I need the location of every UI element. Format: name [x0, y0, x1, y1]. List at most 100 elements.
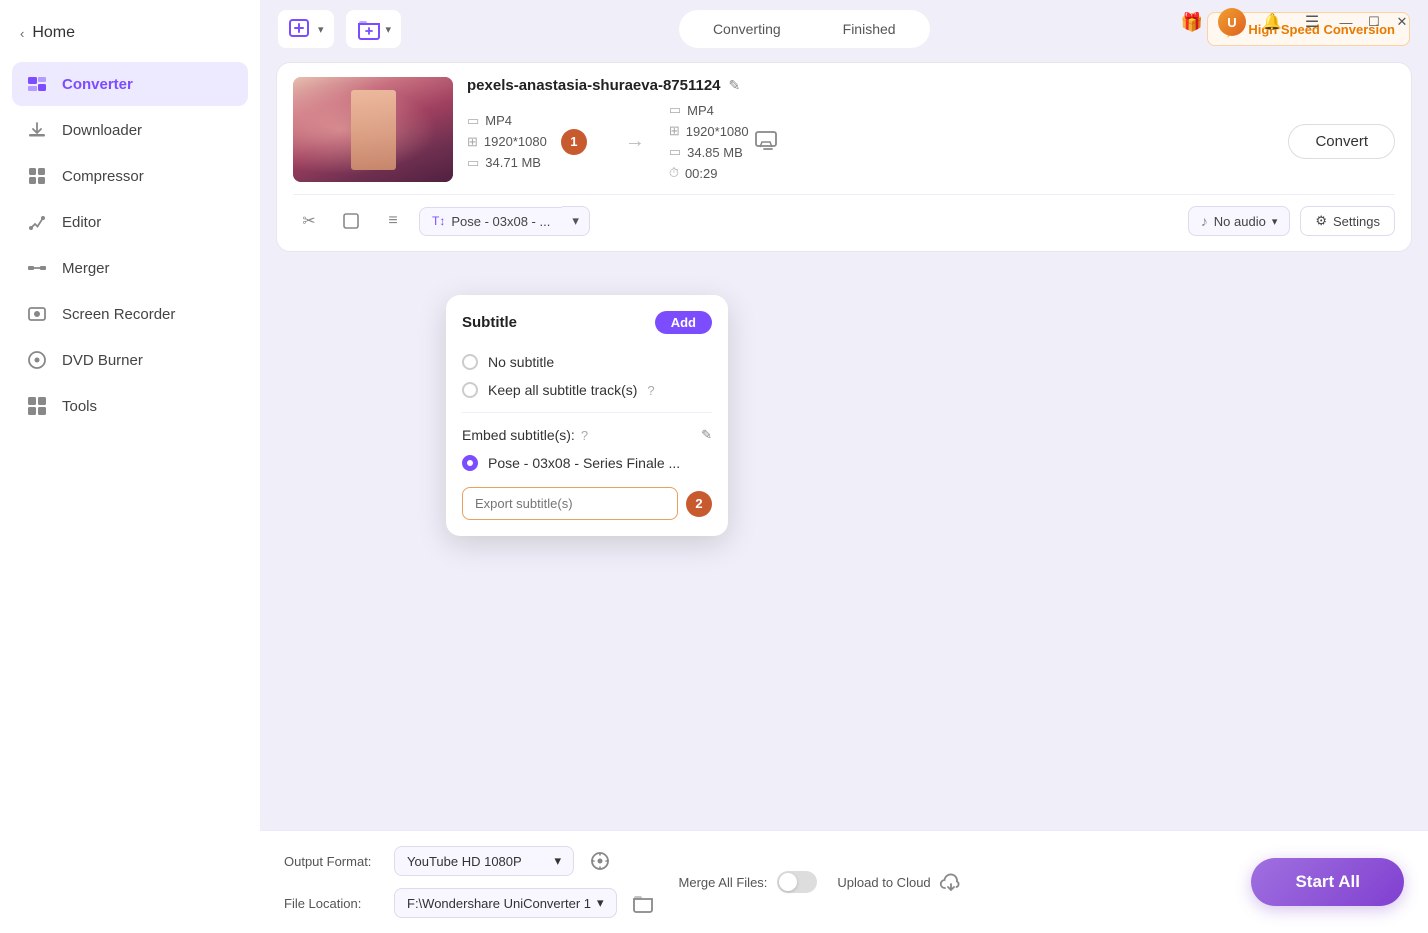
- converter-icon: [26, 73, 48, 95]
- main-content: ▾ ▾ Converting Finished ⚡ High Speed Con…: [260, 0, 1428, 933]
- tools-icon: [26, 395, 48, 417]
- format-chevron-icon: ▾: [554, 853, 561, 869]
- browse-folder-button[interactable]: [627, 887, 659, 919]
- embed-edit-icon[interactable]: ✎: [701, 427, 712, 443]
- target-format-icon: ▭: [669, 102, 681, 118]
- target-size: ▭ 34.85 MB: [669, 144, 749, 160]
- keep-all-help-icon[interactable]: ?: [647, 383, 654, 398]
- target-resolution-icon: ⊞: [669, 123, 680, 139]
- tab-finished[interactable]: Finished: [813, 14, 926, 44]
- content-area: pexels-anastasia-shuraeva-8751124 ✎ ▭ MP…: [260, 54, 1428, 830]
- arrow-section: →: [601, 130, 669, 153]
- format-settings-button[interactable]: [749, 123, 787, 161]
- bottom-left-controls: Output Format: YouTube HD 1080P ▾ File L…: [284, 845, 659, 919]
- convert-button[interactable]: Convert: [1288, 124, 1395, 159]
- add-file-button[interactable]: ▾: [278, 10, 334, 48]
- audio-selector[interactable]: ♪ No audio ▾: [1188, 206, 1291, 236]
- cut-tool-button[interactable]: ✂: [293, 205, 325, 237]
- sidebar-dvd-burner-label: DVD Burner: [62, 352, 143, 369]
- embed-subtitle-item[interactable]: Pose - 03x08 - Series Finale ...: [462, 449, 712, 477]
- bottom-bar: Output Format: YouTube HD 1080P ▾ File L…: [260, 830, 1428, 933]
- sidebar-item-converter[interactable]: Converter: [12, 62, 248, 106]
- output-format-label: Output Format:: [284, 854, 384, 869]
- no-subtitle-radio: [462, 354, 478, 370]
- filename-edit-icon[interactable]: ✎: [729, 77, 741, 94]
- gift-icon[interactable]: 🎁: [1178, 8, 1206, 36]
- target-format-value: MP4: [687, 103, 714, 118]
- home-nav[interactable]: ‹ Home: [0, 10, 260, 56]
- duration-icon: ⏱: [669, 165, 679, 181]
- file-location-select[interactable]: F:\Wondershare UniConverter 1 ▾: [394, 888, 617, 918]
- output-settings-button[interactable]: [584, 845, 616, 877]
- no-subtitle-option[interactable]: No subtitle: [462, 348, 712, 376]
- compressor-icon: [26, 165, 48, 187]
- audio-wave-icon: ♪: [1201, 213, 1208, 229]
- output-format-row: Output Format: YouTube HD 1080P ▾: [284, 845, 659, 877]
- step-1-badge: 1: [561, 129, 587, 155]
- keep-all-subtitle-option[interactable]: Keep all subtitle track(s) ?: [462, 376, 712, 404]
- screen-recorder-icon: [26, 303, 48, 325]
- file-location-value: F:\Wondershare UniConverter 1: [407, 896, 591, 911]
- subtitle-text-icon: T↕: [432, 214, 445, 228]
- topbar-left: ▾ ▾: [278, 10, 401, 48]
- upload-cloud-button[interactable]: Upload to Cloud: [837, 872, 962, 892]
- audio-chevron-icon: ▾: [1272, 215, 1278, 228]
- editor-icon: [26, 211, 48, 233]
- add-subtitle-button[interactable]: Add: [655, 311, 712, 334]
- menu-icon[interactable]: ☰: [1298, 8, 1326, 36]
- maximize-button[interactable]: ☐: [1366, 14, 1382, 30]
- sidebar-item-merger[interactable]: Merger: [12, 246, 248, 290]
- dropdown-title: Subtitle: [462, 314, 517, 331]
- merge-row: Merge All Files:: [679, 871, 818, 893]
- sidebar-merger-label: Merger: [62, 260, 110, 277]
- settings-icon: ⚙: [1315, 213, 1327, 229]
- start-all-button[interactable]: Start All: [1251, 858, 1404, 906]
- file-card-bottom: ✂ ≡ T↕ Pose - 03x08 - ... ▾ ♪ No a: [293, 194, 1395, 237]
- merge-label: Merge All Files:: [679, 875, 768, 890]
- keep-all-label: Keep all subtitle track(s): [488, 382, 637, 398]
- sidebar-editor-label: Editor: [62, 214, 101, 231]
- sidebar-item-screen-recorder[interactable]: Screen Recorder: [12, 292, 248, 336]
- file-location-row: File Location: F:\Wondershare UniConvert…: [284, 887, 659, 919]
- merge-toggle[interactable]: [777, 871, 817, 893]
- close-button[interactable]: ✕: [1394, 14, 1410, 30]
- target-size-value: 34.85 MB: [687, 145, 743, 160]
- target-duration-value: 00:29: [685, 166, 718, 181]
- source-size: ▭ 34.71 MB: [467, 155, 547, 171]
- sidebar-screen-recorder-label: Screen Recorder: [62, 306, 175, 323]
- target-duration: ⏱ 00:29: [669, 165, 749, 181]
- target-resolution-value: 1920*1080: [686, 124, 749, 139]
- sidebar-compressor-label: Compressor: [62, 168, 144, 185]
- add-file-chevron-icon: ▾: [318, 23, 324, 36]
- notification-icon[interactable]: 🔔: [1258, 8, 1286, 36]
- crop-tool-button[interactable]: [335, 205, 367, 237]
- format-icon: ▭: [467, 113, 479, 129]
- sidebar: ‹ Home Converter Downloader: [0, 0, 260, 933]
- subtitle-dropdown-button[interactable]: ▾: [562, 206, 590, 236]
- source-format-value: MP4: [485, 113, 512, 128]
- export-subtitle-input[interactable]: [462, 487, 678, 520]
- sidebar-item-downloader[interactable]: Downloader: [12, 108, 248, 152]
- sidebar-item-tools[interactable]: Tools: [12, 384, 248, 428]
- sidebar-item-compressor[interactable]: Compressor: [12, 154, 248, 198]
- back-chevron-icon: ‹: [20, 26, 24, 41]
- embed-subtitle-label: Pose - 03x08 - Series Finale ...: [488, 455, 680, 471]
- audio-track-label: No audio: [1214, 214, 1266, 229]
- embed-help-icon[interactable]: ?: [581, 428, 588, 443]
- subtitle-selector: T↕ Pose - 03x08 - ... ▾: [419, 206, 1178, 236]
- user-avatar[interactable]: U: [1218, 8, 1246, 36]
- tab-converting[interactable]: Converting: [683, 14, 811, 44]
- source-size-value: 34.71 MB: [485, 155, 541, 170]
- arrow-right-icon: →: [625, 130, 645, 153]
- tabs-group: Converting Finished: [679, 10, 930, 48]
- resolution-icon: ⊞: [467, 134, 478, 150]
- output-format-select[interactable]: YouTube HD 1080P ▾: [394, 846, 574, 876]
- target-resolution: ⊞ 1920*1080: [669, 123, 749, 139]
- settings-button[interactable]: ⚙ Settings: [1300, 206, 1395, 236]
- minimize-button[interactable]: —: [1338, 14, 1354, 30]
- sidebar-item-editor[interactable]: Editor: [12, 200, 248, 244]
- effects-tool-button[interactable]: ≡: [377, 205, 409, 237]
- home-label: Home: [32, 24, 75, 42]
- add-folder-button[interactable]: ▾: [346, 10, 402, 48]
- sidebar-item-dvd-burner[interactable]: DVD Burner: [12, 338, 248, 382]
